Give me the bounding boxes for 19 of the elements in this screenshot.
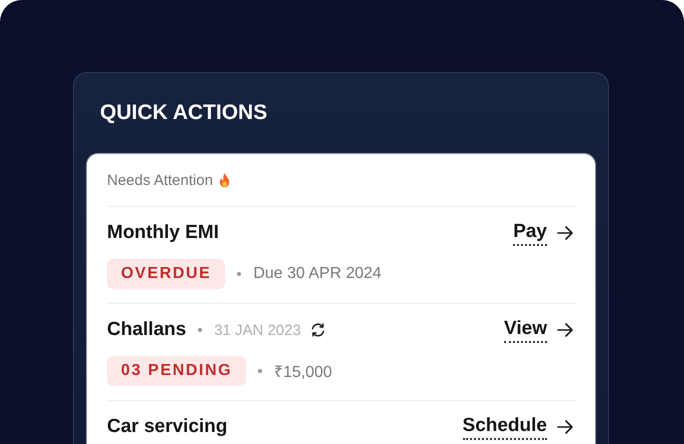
status-badge: OVERDUE [107, 259, 226, 289]
separator-dot [198, 328, 202, 332]
action-link[interactable]: Pay [513, 220, 547, 246]
item-title: Car servicing [107, 416, 228, 438]
separator-dot [258, 369, 262, 373]
item-detail: ₹15,000 [274, 363, 332, 382]
panel-title: QUICK ACTIONS [100, 100, 268, 126]
item-detail: Due 30 APR 2024 [253, 265, 382, 283]
arrow-right-icon [555, 417, 575, 437]
action-link[interactable]: View [504, 318, 547, 342]
arrow-right-icon [555, 223, 575, 243]
item-title: Challans [107, 319, 186, 341]
separator-dot [237, 272, 242, 276]
action-link[interactable]: Schedule [462, 414, 547, 440]
item-date: 31 JAN 2023 [214, 322, 301, 338]
status-badge: 03 PENDING [107, 356, 246, 386]
section-label: Needs Attention [107, 172, 213, 188]
arrow-right-icon [555, 320, 575, 340]
item-title: Monthly EMI [107, 222, 219, 244]
